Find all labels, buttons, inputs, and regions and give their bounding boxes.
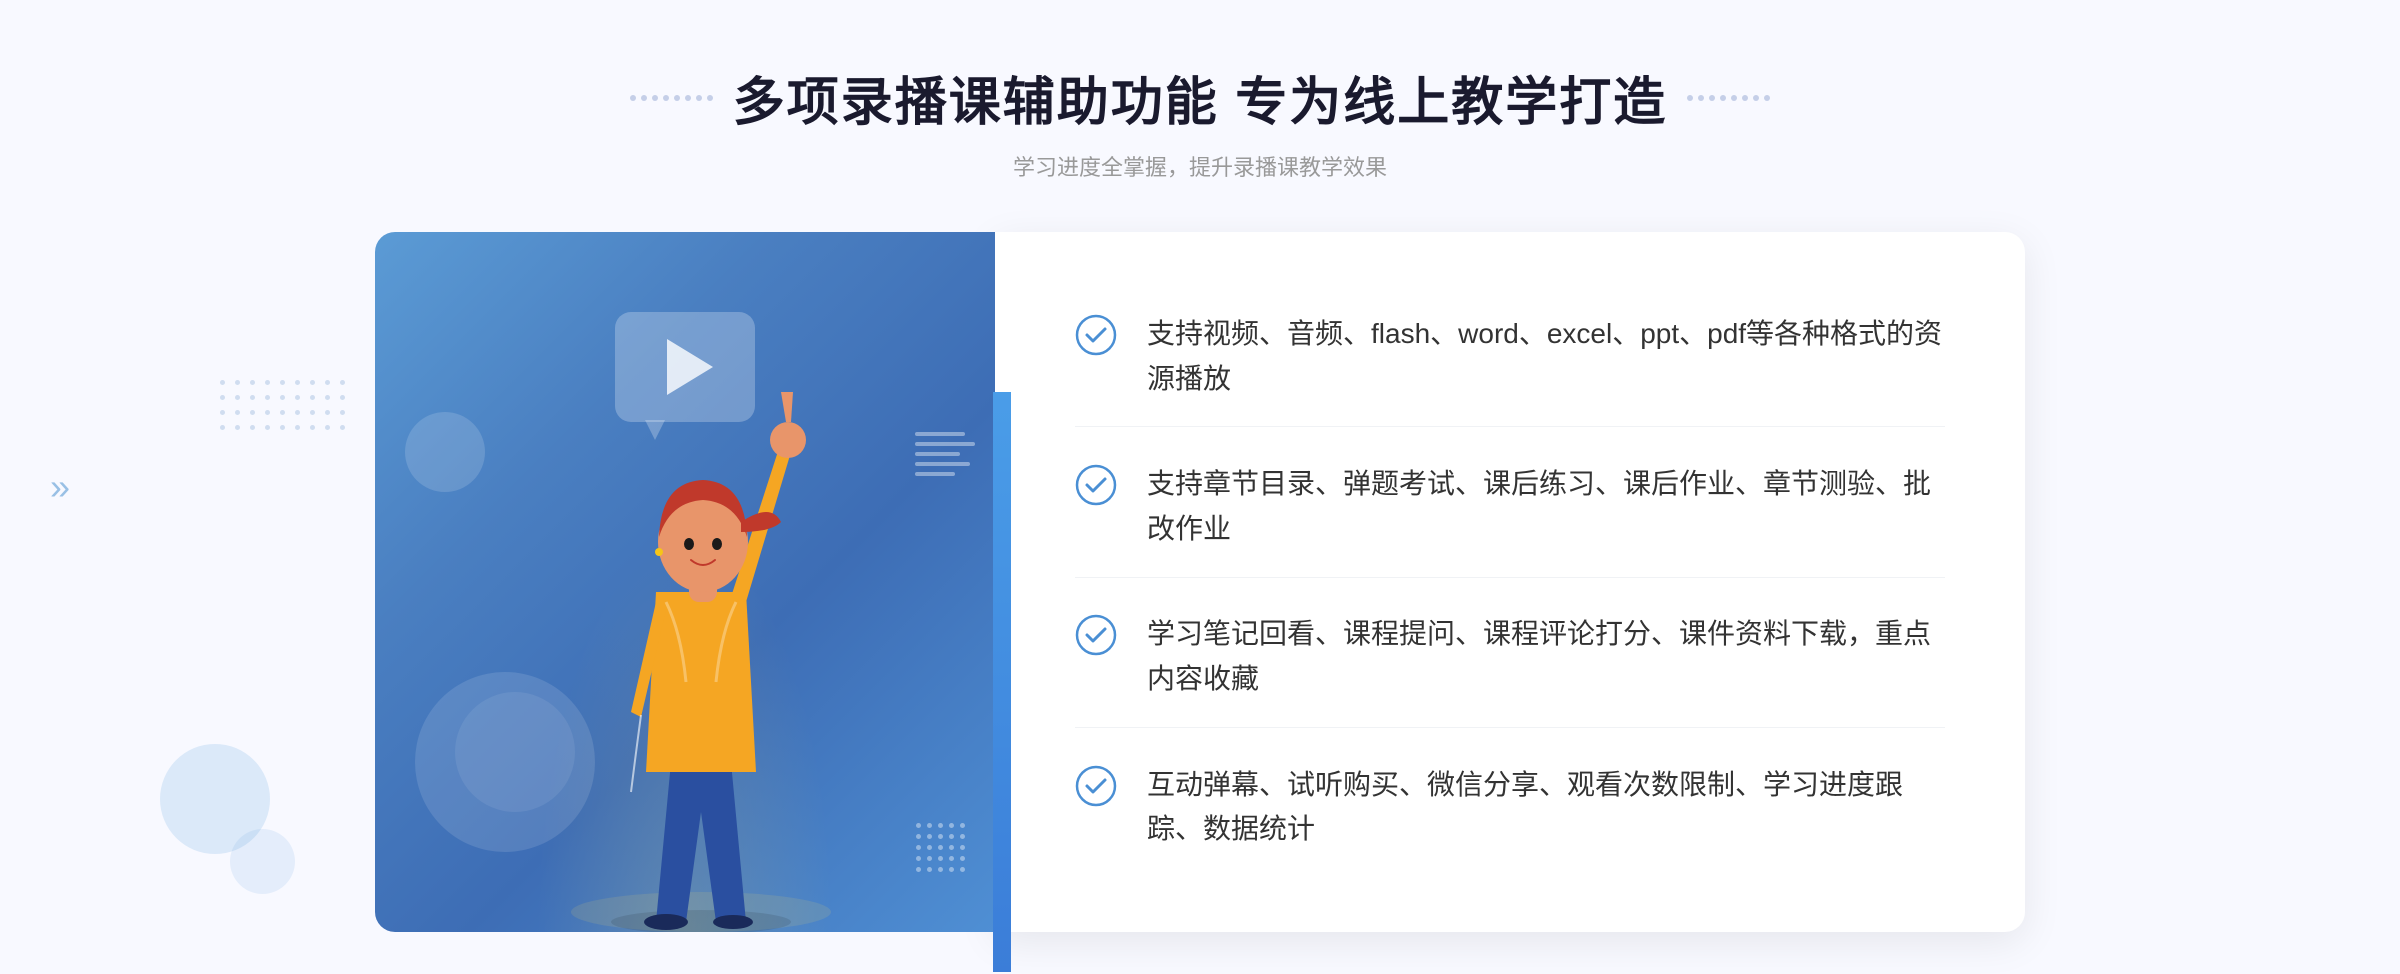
illus-stripes bbox=[915, 432, 975, 476]
feature-text-2: 支持章节目录、弹题考试、课后练习、课后作业、章节测验、批改作业 bbox=[1147, 462, 1945, 552]
header-section: 多项录播课辅助功能 专为线上教学打造 学习进度全掌握，提升录播课教学效果 bbox=[630, 0, 1770, 182]
feature-text-3: 学习笔记回看、课程提问、课程评论打分、课件资料下载，重点内容收藏 bbox=[1147, 612, 1945, 702]
header-dots-right bbox=[1687, 95, 1770, 101]
page-container: » 多项录播课辅助功能 专为线上教学打造 学习进度全掌握，提升录播课教学效果 bbox=[0, 0, 2400, 974]
header-dots-left bbox=[630, 95, 713, 101]
check-circle-icon-1 bbox=[1075, 314, 1117, 356]
content-area: 支持视频、音频、flash、word、excel、ppt、pdf等各种格式的资源… bbox=[375, 232, 2025, 932]
check-circle-icon-4 bbox=[1075, 765, 1117, 807]
left-arrow-decoration: » bbox=[50, 469, 70, 505]
feature-item-2: 支持章节目录、弹题考试、课后练习、课后作业、章节测验、批改作业 bbox=[1075, 437, 1945, 578]
feature-item-3: 学习笔记回看、课程提问、课程评论打分、课件资料下载，重点内容收藏 bbox=[1075, 587, 1945, 728]
blue-separator-bar bbox=[993, 392, 1011, 972]
feature-item-1: 支持视频、音频、flash、word、excel、ppt、pdf等各种格式的资源… bbox=[1075, 287, 1945, 428]
illus-dot-grid bbox=[916, 823, 965, 872]
bg-circle-small bbox=[230, 829, 295, 894]
main-title: 多项录播课辅助功能 专为线上教学打造 bbox=[733, 60, 1667, 135]
human-figure bbox=[541, 332, 861, 932]
header-decoration: 多项录播课辅助功能 专为线上教学打造 bbox=[630, 60, 1770, 135]
chevron-left-icon: » bbox=[50, 469, 70, 505]
bg-dot-pattern-left bbox=[220, 380, 345, 430]
check-circle-icon-2 bbox=[1075, 464, 1117, 506]
feature-text-1: 支持视频、音频、flash、word、excel、ppt、pdf等各种格式的资源… bbox=[1147, 312, 1945, 402]
feature-text-4: 互动弹幕、试听购买、微信分享、观看次数限制、学习进度跟踪、数据统计 bbox=[1147, 763, 1945, 853]
check-circle-icon-3 bbox=[1075, 614, 1117, 656]
features-area: 支持视频、音频、flash、word、excel、ppt、pdf等各种格式的资源… bbox=[995, 232, 2025, 932]
illus-circle-3 bbox=[405, 412, 485, 492]
feature-item-4: 互动弹幕、试听购买、微信分享、观看次数限制、学习进度跟踪、数据统计 bbox=[1075, 738, 1945, 878]
subtitle: 学习进度全掌握，提升录播课教学效果 bbox=[630, 150, 1770, 182]
illustration-area bbox=[375, 232, 995, 932]
